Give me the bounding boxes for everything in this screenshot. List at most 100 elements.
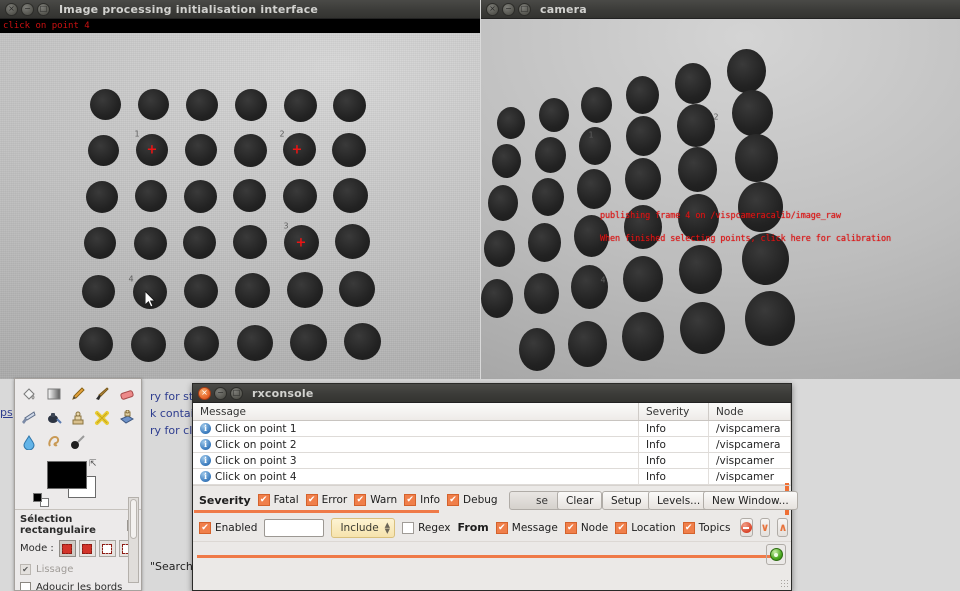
table-row[interactable]: i Click on point 1 Info /vispcamera [193, 421, 791, 437]
rxconsole-titlebar[interactable]: × − □ rxconsole [193, 384, 791, 403]
calibration-dot [131, 327, 166, 362]
antialias-label: Lissage [36, 564, 73, 575]
new-window-button[interactable]: New Window... [703, 491, 798, 510]
tool-options-scrollbar[interactable] [128, 497, 139, 583]
point-marker-1: + [147, 144, 158, 157]
row-severity-cell: Info [639, 453, 709, 468]
minimize-icon[interactable]: − [214, 387, 227, 400]
perspective-clone-icon[interactable] [115, 407, 139, 429]
setup-button[interactable]: Setup [602, 491, 651, 510]
refresh-button[interactable] [766, 544, 786, 565]
severity-error-checkbox[interactable]: ✔ Error [306, 494, 348, 506]
filter-regex-checkbox[interactable]: Regex [402, 522, 450, 534]
column-header-node[interactable]: Node [709, 403, 791, 420]
maximize-icon[interactable]: □ [37, 3, 50, 16]
minimize-icon[interactable]: − [21, 3, 34, 16]
paintbrush-icon[interactable] [90, 383, 114, 405]
levels-button[interactable]: Levels... [648, 491, 709, 510]
camera-dot [481, 279, 513, 318]
resize-grip[interactable] [780, 579, 789, 588]
filter-enabled-checkbox[interactable]: ✔ Enabled [199, 522, 257, 534]
table-row[interactable]: i Click on point 2 Info /vispcamera [193, 437, 791, 453]
calibration-dot [335, 224, 370, 259]
swap-colors-icon[interactable]: ⇱ [89, 459, 97, 469]
calibration-dot [235, 89, 267, 121]
camera-overlay-calibration-hint[interactable]: When finished selecting points, click he… [600, 234, 891, 244]
dodge-burn-icon[interactable] [66, 431, 90, 453]
gradient-icon[interactable] [41, 383, 65, 405]
mode-label: Mode : [20, 543, 54, 554]
calibration-dot [185, 134, 217, 166]
feather-edges-option[interactable]: Adoucir les bords [20, 582, 136, 591]
camera-point-label-1: 1 [588, 131, 593, 140]
camera-dot [622, 312, 664, 361]
filter-field-topics-checkbox[interactable]: ✔ Topics [683, 522, 731, 534]
camera-window-title: camera [540, 3, 587, 16]
move-filter-up-button[interactable]: ∧ [777, 518, 788, 537]
calibration-dot [344, 323, 381, 360]
close-icon[interactable]: × [5, 3, 18, 16]
severity-fatal-checkbox[interactable]: ✔ Fatal [258, 494, 299, 506]
filter-separator-line [197, 555, 772, 558]
severity-warn-checkbox[interactable]: ✔ Warn [354, 494, 397, 506]
filter-mode-dropdown[interactable]: Include ▲▼ [331, 518, 395, 538]
replace-mode-button[interactable] [59, 540, 76, 557]
maximize-icon[interactable]: □ [230, 387, 243, 400]
filter-field-node-checkbox[interactable]: ✔ Node [565, 522, 608, 534]
table-row[interactable]: i Click on point 3 Info /vispcamer [193, 453, 791, 469]
clone-icon[interactable] [66, 407, 90, 429]
scrollbar-thumb[interactable] [130, 499, 137, 539]
calibration-dot [290, 324, 327, 361]
imgproc-image-canvas[interactable]: 1 + 2 + 3 + 4 [0, 33, 480, 379]
close-icon[interactable]: × [198, 387, 211, 400]
severity-info-checkbox[interactable]: ✔ Info [404, 494, 440, 506]
camera-dot [738, 182, 783, 232]
eraser-icon[interactable] [115, 383, 139, 405]
checkbox-checked-icon: ✔ [683, 522, 695, 534]
heal-icon[interactable] [90, 407, 114, 429]
camera-dot [497, 107, 525, 139]
row-message-text: Click on point 3 [215, 455, 297, 467]
column-header-message[interactable]: Message [193, 403, 639, 420]
maximize-icon[interactable]: □ [518, 3, 531, 16]
table-row[interactable]: i Click on point 4 Info /vispcamer [193, 469, 791, 485]
column-header-severity[interactable]: Severity [639, 403, 709, 420]
pencil-icon[interactable] [66, 383, 90, 405]
camera-dot [535, 137, 566, 173]
filter-text-input[interactable] [264, 519, 324, 537]
severity-debug-checkbox[interactable]: ✔ Debug [447, 494, 498, 506]
smudge-icon[interactable] [41, 431, 65, 453]
feather-edges-checkbox[interactable] [20, 582, 31, 591]
clear-button[interactable]: Clear [557, 491, 602, 510]
camera-dot [625, 158, 661, 200]
row-message-cell[interactable]: i Click on point 1 [193, 421, 639, 436]
subtract-mode-button[interactable] [99, 540, 116, 557]
calibration-dot [82, 275, 115, 308]
move-filter-down-button[interactable]: ∨ [760, 518, 771, 537]
foreground-color-swatch[interactable] [47, 461, 87, 489]
default-foreground-swatch[interactable] [33, 493, 42, 502]
background-link[interactable]: ps [0, 406, 13, 419]
imgproc-titlebar[interactable]: × − □ Image processing initialisation in… [0, 0, 480, 19]
camera-dot [571, 265, 608, 309]
remove-filter-button[interactable] [740, 518, 753, 537]
bucket-fill-icon[interactable] [17, 383, 41, 405]
camera-dot [484, 230, 515, 267]
row-message-cell[interactable]: i Click on point 3 [193, 453, 639, 468]
calibration-dot [184, 326, 219, 361]
ink-icon[interactable] [41, 407, 65, 429]
add-mode-button[interactable] [79, 540, 96, 557]
filter-field-location-checkbox[interactable]: ✔ Location [615, 522, 675, 534]
row-message-cell[interactable]: i Click on point 2 [193, 437, 639, 452]
calibration-dot [284, 89, 317, 122]
close-icon[interactable]: × [486, 3, 499, 16]
blur-icon[interactable] [17, 431, 41, 453]
filter-field-message-checkbox[interactable]: ✔ Message [496, 522, 558, 534]
camera-titlebar[interactable]: × − □ camera [481, 0, 960, 19]
row-message-cell[interactable]: i Click on point 4 [193, 469, 639, 484]
airbrush-icon[interactable] [17, 407, 41, 429]
camera-image-canvas[interactable]: 1 2 4 publishing frame 4 on /vispcamerac… [481, 19, 960, 379]
image-processing-window: × − □ Image processing initialisation in… [0, 0, 480, 379]
minimize-icon[interactable]: − [502, 3, 515, 16]
spinner-icon[interactable]: ▲▼ [385, 522, 390, 534]
